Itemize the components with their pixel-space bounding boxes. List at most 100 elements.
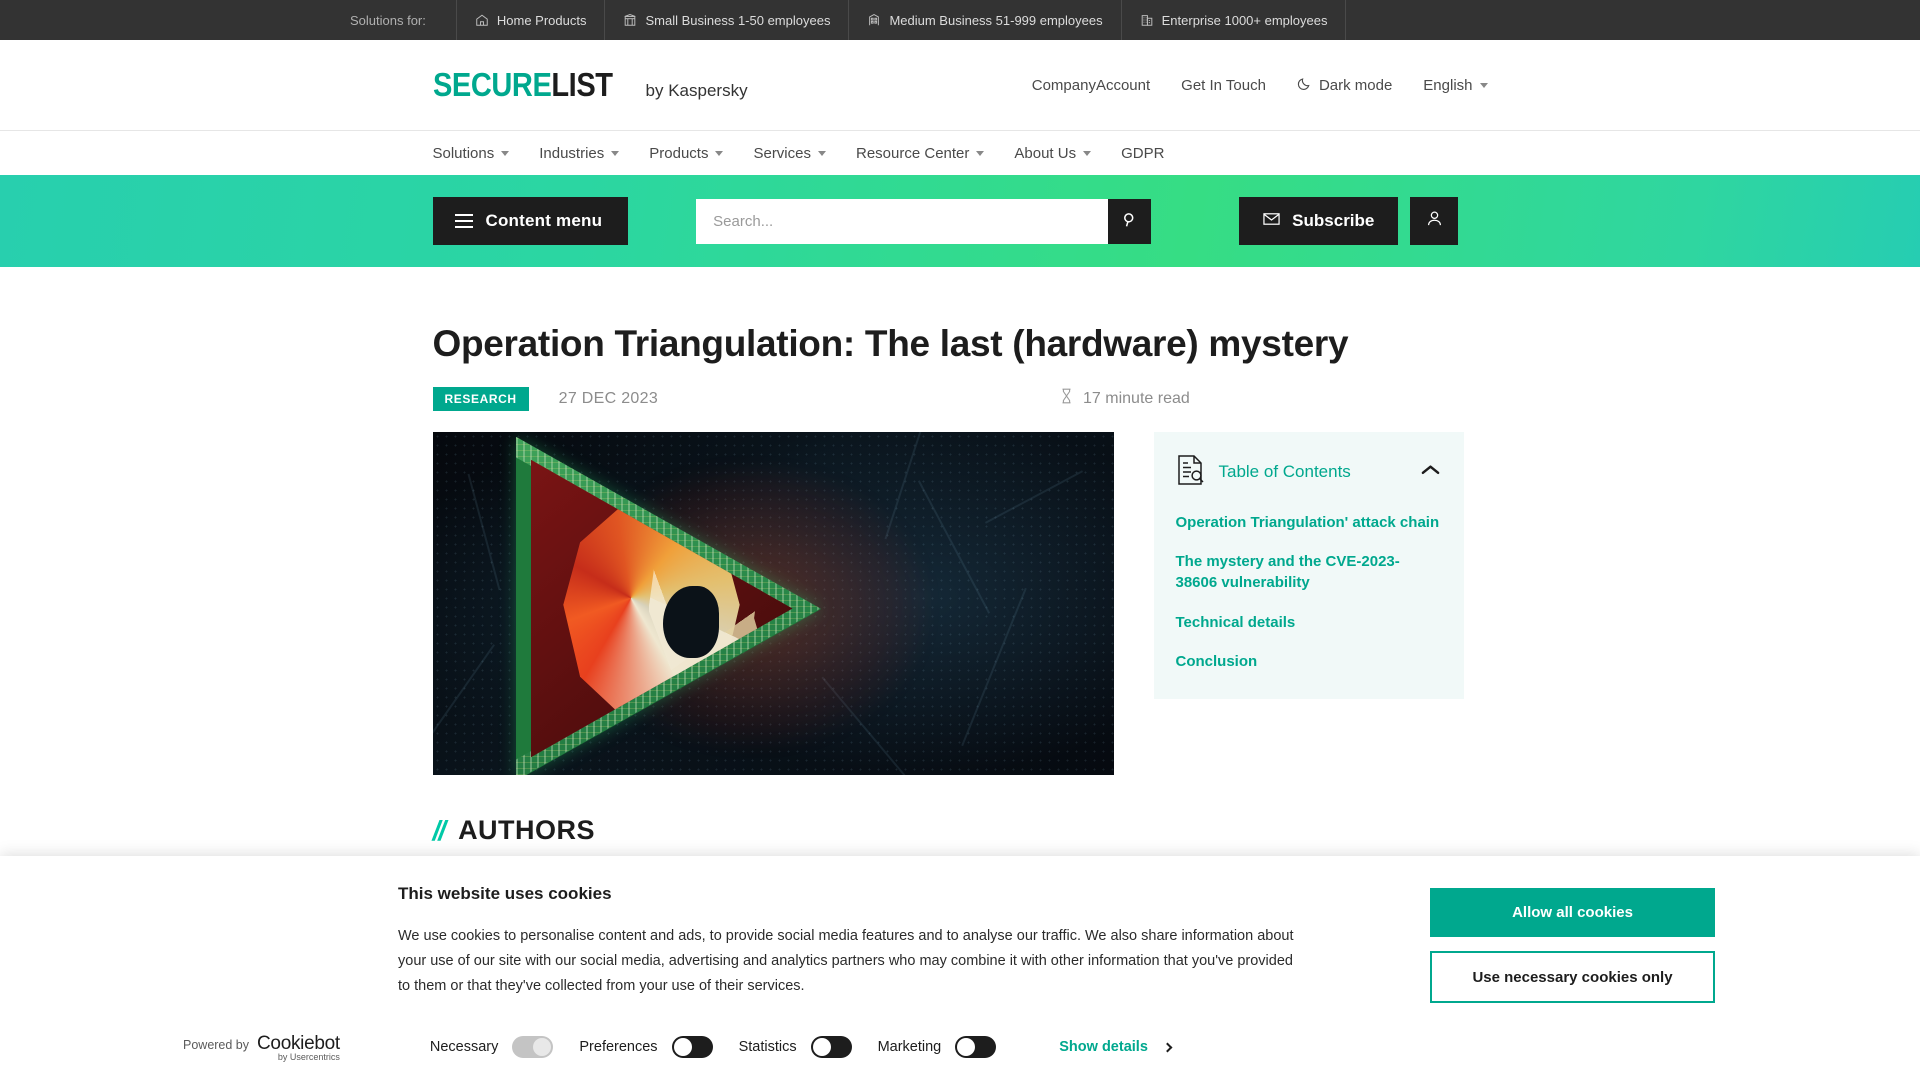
company-account-link[interactable]: CompanyAccount — [1032, 77, 1150, 94]
nav-item-resource-center[interactable]: Resource Center — [856, 144, 985, 162]
nav-label-about-us: About Us — [1014, 144, 1077, 162]
table-of-contents: Table of Contents Operation Triangulatio… — [1153, 431, 1464, 699]
cookie-toggle-statistics[interactable] — [810, 1036, 852, 1058]
nav-item-solutions[interactable]: Solutions — [433, 145, 510, 162]
cookie-banner-body: We use cookies to personalise content an… — [398, 928, 1294, 994]
enterprise-building-icon — [1140, 13, 1154, 27]
subscribe-button[interactable]: Subscribe — [1239, 197, 1399, 245]
chevron-down-icon — [1083, 150, 1092, 156]
hourglass-icon — [1060, 388, 1073, 409]
nav-item-gdpr[interactable]: GDPR — [1121, 145, 1164, 162]
top-utility-bar: Solutions for: Home Products Small Busin… — [0, 0, 1920, 40]
cookie-consent-banner: This website uses cookies We use cookies… — [0, 856, 1920, 1080]
envelope-icon — [1263, 212, 1280, 231]
cookie-banner-title: This website uses cookies — [398, 884, 612, 903]
topbar-item-small-business[interactable]: Small Business 1-50 employees — [604, 0, 848, 40]
hero-apple-bite — [662, 585, 719, 658]
small-building-icon — [623, 13, 637, 27]
home-icon — [475, 13, 489, 27]
cookiebot-brand-name: Cookiebot — [257, 1032, 340, 1054]
use-necessary-cookies-button[interactable]: Use necessary cookies only — [1430, 951, 1715, 1003]
search-input[interactable] — [696, 198, 1109, 244]
cookie-toggle-label-necessary: Necessary — [429, 1039, 499, 1055]
content-menu-label: Content menu — [485, 211, 603, 230]
publish-date: 27 DEC 2023 — [558, 389, 659, 407]
toc-link-conclusion[interactable]: Conclusion — [1176, 652, 1440, 673]
get-in-touch-link[interactable]: Get In Touch — [1181, 77, 1266, 94]
logo-secure-text: SECURE — [432, 66, 552, 103]
nav-label-solutions: Solutions — [432, 144, 495, 162]
solutions-for-label: Solutions for: — [350, 12, 426, 28]
chevron-down-icon — [611, 150, 620, 156]
logo-by-kaspersky: by Kaspersky — [645, 81, 748, 100]
dark-mode-label: Dark mode — [1318, 76, 1393, 94]
show-details-label: Show details — [1059, 1039, 1148, 1055]
topbar-label-home-products: Home Products — [496, 12, 587, 28]
nav-item-industries[interactable]: Industries — [539, 144, 620, 162]
cookie-toggle-necessary-group: Necessary — [430, 1036, 554, 1058]
nav-label-gdpr: GDPR — [1121, 144, 1165, 162]
chevron-down-icon — [501, 150, 510, 156]
nav-item-about-us[interactable]: About Us — [1014, 144, 1092, 162]
cookie-toggle-preferences[interactable] — [671, 1036, 713, 1058]
search-bar — [696, 198, 1152, 244]
dark-mode-toggle[interactable]: Dark mode — [1297, 76, 1392, 95]
cookie-toggle-label-marketing: Marketing — [877, 1039, 942, 1055]
document-search-icon — [1176, 454, 1206, 491]
search-icon — [1121, 211, 1139, 232]
toc-title: Table of Contents — [1218, 462, 1351, 482]
toc-link-attack-chain[interactable]: Operation Triangulation' attack chain — [1176, 513, 1440, 534]
logo-list-text: LIST — [550, 66, 613, 103]
toc-link-technical-details[interactable]: Technical details — [1176, 613, 1440, 634]
allow-all-cookies-button[interactable]: Allow all cookies — [1430, 888, 1715, 937]
cookie-toggle-label-preferences: Preferences — [579, 1039, 658, 1055]
cookie-toggle-label-statistics: Statistics — [738, 1039, 797, 1055]
topbar-item-medium-business[interactable]: Medium Business 51-999 employees — [848, 0, 1120, 40]
topbar-label-enterprise: Enterprise 1000+ employees — [1161, 12, 1328, 28]
get-in-touch-label: Get In Touch — [1181, 76, 1266, 94]
read-time: 17 minute read — [1060, 388, 1190, 409]
account-button[interactable] — [1410, 197, 1459, 245]
language-selector[interactable]: English — [1423, 76, 1488, 94]
cookie-toggle-necessary — [512, 1036, 554, 1058]
article-hero-image — [432, 431, 1114, 775]
chevron-down-icon — [976, 150, 985, 156]
chevron-down-icon — [818, 150, 826, 156]
medium-building-icon — [867, 13, 881, 27]
toc-collapse-toggle[interactable] — [1421, 463, 1440, 481]
site-logo[interactable]: SECURELIST by Kaspersky — [433, 66, 748, 104]
cookie-toggle-marketing-group: Marketing — [878, 1036, 997, 1058]
show-details-link[interactable]: Show details — [1059, 1039, 1173, 1055]
language-label: English — [1423, 76, 1473, 94]
nav-item-products[interactable]: Products — [649, 145, 724, 162]
hamburger-icon — [454, 214, 473, 228]
authors-heading-label: AUTHORS — [458, 815, 596, 846]
topbar-item-enterprise[interactable]: Enterprise 1000+ employees — [1120, 0, 1347, 40]
nav-item-services[interactable]: Services — [753, 145, 826, 162]
read-time-label: 17 minute read — [1083, 389, 1190, 407]
cookie-toggle-preferences-group: Preferences — [579, 1036, 713, 1058]
nav-label-industries: Industries — [539, 144, 605, 162]
search-toolbar: Content menu Subscribe — [0, 175, 1920, 267]
search-submit-button[interactable] — [1108, 198, 1152, 244]
site-header: SECURELIST by Kaspersky CompanyAccount G… — [0, 40, 1920, 130]
subscribe-label: Subscribe — [1292, 211, 1375, 230]
toc-link-cve-vulnerability[interactable]: The mystery and the CVE-2023-38606 vulne… — [1176, 552, 1440, 593]
article-meta: RESEARCH 27 DEC 2023 17 minute read — [432, 386, 1488, 411]
nav-label-resource-center: Resource Center — [856, 144, 970, 162]
topbar-label-medium-business: Medium Business 51-999 employees — [889, 12, 1103, 28]
slashes-decoration: // — [432, 814, 446, 846]
page-title: Operation Triangulation: The last (hardw… — [432, 323, 1349, 364]
nav-label-services: Services — [753, 144, 811, 162]
topbar-item-home-products[interactable]: Home Products — [455, 0, 605, 40]
cookiebot-branding[interactable]: Powered by Cookiebot by Usercentrics — [183, 1033, 340, 1062]
company-account-label: CompanyAccount — [1031, 76, 1151, 94]
cookie-toggle-marketing[interactable] — [955, 1036, 997, 1058]
cookie-toggle-statistics-group: Statistics — [739, 1036, 852, 1058]
powered-by-label: Powered by — [183, 1037, 250, 1052]
chevron-down-icon — [1479, 82, 1488, 88]
content-menu-button[interactable]: Content menu — [432, 197, 629, 245]
category-badge[interactable]: RESEARCH — [432, 386, 529, 411]
chevron-down-icon — [715, 150, 724, 156]
authors-heading: // AUTHORS — [433, 815, 1488, 847]
